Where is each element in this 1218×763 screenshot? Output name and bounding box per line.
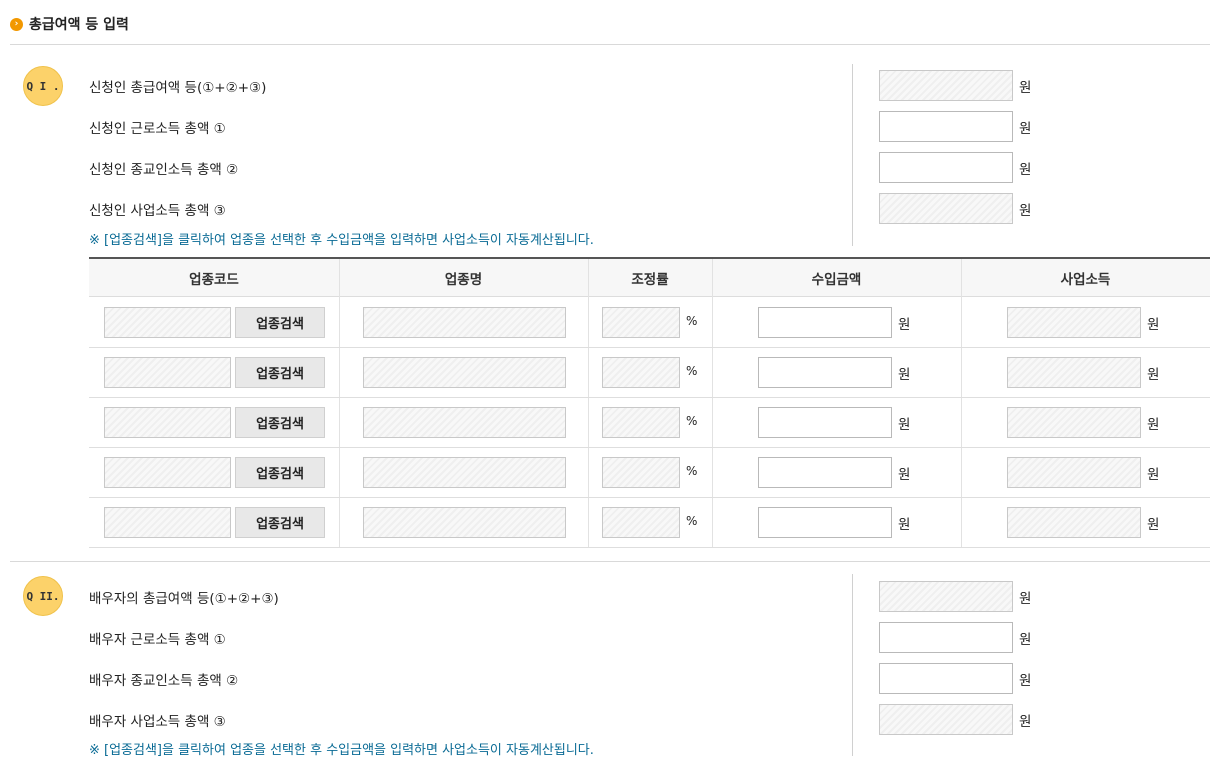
q1-note: ※ [업종검색]을 클릭하여 업종을 선택한 후 수입금액을 입력하면 사업소득… [89, 233, 594, 248]
q1-religious-income-label: 신청인 종교인소득 총액 ② [89, 162, 239, 178]
divider [89, 397, 1210, 398]
divider [852, 64, 853, 246]
unit-label: 원 [1019, 162, 1032, 178]
industry-name-field [363, 407, 566, 438]
industry-search-button[interactable]: 업종검색 [235, 457, 325, 488]
industry-name-field [363, 457, 566, 488]
col-header-revenue: 수입금액 [811, 272, 862, 288]
industry-name-field [363, 357, 566, 388]
unit-label: 원 [1019, 591, 1032, 607]
table-header: 업종코드 업종명 조정률 수입금액 사업소득 [89, 259, 1210, 297]
q2-total-label: 배우자의 총급여액 등(①+②+③) [89, 591, 279, 607]
divider [89, 497, 1210, 498]
unit-label: 원 [1147, 517, 1160, 533]
q1-business-income-label: 신청인 사업소득 총액 ③ [89, 203, 226, 219]
business-income-field [1007, 507, 1141, 538]
percent-unit: % [686, 514, 698, 528]
divider [89, 347, 1210, 348]
q1-total-label: 신청인 총급여액 등(①+②+③) [89, 80, 267, 96]
q1-earned-income-label: 신청인 근로소득 총액 ① [89, 121, 226, 137]
q2-note: ※ [업종검색]을 클릭하여 업종을 선택한 후 수입금액을 입력하면 사업소득… [89, 743, 594, 758]
percent-unit: % [686, 464, 698, 478]
q2-business-income-field [879, 704, 1013, 735]
divider [712, 259, 713, 548]
industry-code-field [104, 457, 231, 488]
col-header-name: 업종명 [444, 272, 483, 288]
unit-label: 원 [898, 517, 911, 533]
unit-label: 원 [1019, 80, 1032, 96]
divider [10, 561, 1210, 562]
divider [852, 574, 853, 756]
section-title-text: 총급여액 등 입력 [29, 17, 129, 33]
revenue-input[interactable] [758, 307, 892, 338]
revenue-input[interactable] [758, 407, 892, 438]
unit-label: 원 [898, 417, 911, 433]
divider [10, 44, 1210, 45]
adjustment-rate-field [602, 507, 680, 538]
percent-unit: % [686, 314, 698, 328]
q1-badge: Q I . [23, 66, 63, 106]
industry-search-button[interactable]: 업종검색 [235, 357, 325, 388]
unit-label: 원 [898, 317, 911, 333]
q2-badge: Q II. [23, 576, 63, 616]
adjustment-rate-field [602, 357, 680, 388]
unit-label: 원 [1019, 203, 1032, 219]
unit-label: 원 [898, 367, 911, 383]
divider [89, 547, 1210, 548]
business-income-field [1007, 407, 1141, 438]
q1-total-field [879, 70, 1013, 101]
unit-label: 원 [1147, 317, 1160, 333]
revenue-input[interactable] [758, 357, 892, 388]
divider [588, 259, 589, 548]
industry-name-field [363, 507, 566, 538]
industry-code-field [104, 357, 231, 388]
q2-religious-income-input[interactable] [879, 663, 1013, 694]
business-income-field [1007, 357, 1141, 388]
q2-earned-income-input[interactable] [879, 622, 1013, 653]
industry-code-field [104, 507, 231, 538]
q2-earned-income-label: 배우자 근로소득 총액 ① [89, 632, 226, 648]
unit-label: 원 [1019, 714, 1032, 730]
industry-search-button[interactable]: 업종검색 [235, 507, 325, 538]
revenue-input[interactable] [758, 457, 892, 488]
unit-label: 원 [898, 467, 911, 483]
q2-business-income-label: 배우자 사업소득 총액 ③ [89, 714, 226, 730]
q1-business-income-field [879, 193, 1013, 224]
adjustment-rate-field [602, 407, 680, 438]
percent-unit: % [686, 364, 698, 378]
col-header-code: 업종코드 [189, 272, 239, 288]
q2-religious-income-label: 배우자 종교인소득 총액 ② [89, 673, 239, 689]
unit-label: 원 [1019, 673, 1032, 689]
q1-religious-income-input[interactable] [879, 152, 1013, 183]
col-header-business-income: 사업소득 [1060, 272, 1111, 288]
adjustment-rate-field [602, 457, 680, 488]
chevron-right-icon: › [10, 17, 23, 31]
unit-label: 원 [1019, 632, 1032, 648]
revenue-input[interactable] [758, 507, 892, 538]
col-header-rate: 조정률 [631, 272, 669, 288]
adjustment-rate-field [602, 307, 680, 338]
unit-label: 원 [1147, 417, 1160, 433]
unit-label: 원 [1019, 121, 1032, 137]
divider [339, 259, 340, 548]
q1-earned-income-input[interactable] [879, 111, 1013, 142]
industry-code-field [104, 407, 231, 438]
business-income-field [1007, 457, 1141, 488]
divider [961, 259, 962, 548]
industry-name-field [363, 307, 566, 338]
industry-code-field [104, 307, 231, 338]
business-income-field [1007, 307, 1141, 338]
industry-search-button[interactable]: 업종검색 [235, 307, 325, 338]
industry-search-button[interactable]: 업종검색 [235, 407, 325, 438]
section-title: › 총급여액 등 입력 [10, 14, 129, 34]
q2-total-field [879, 581, 1013, 612]
unit-label: 원 [1147, 467, 1160, 483]
unit-label: 원 [1147, 367, 1160, 383]
percent-unit: % [686, 414, 698, 428]
divider [89, 447, 1210, 448]
